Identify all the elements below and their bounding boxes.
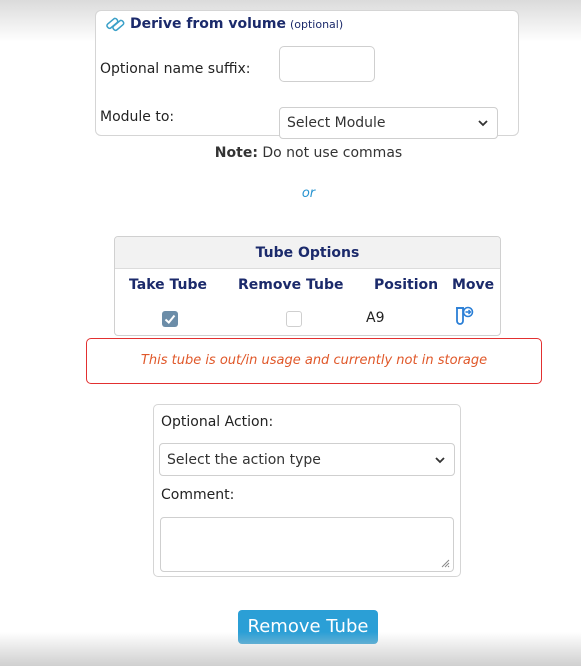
tube-options-title: Tube Options (115, 237, 500, 269)
checkbox-checked (162, 311, 178, 327)
module-select-value: Select Module (287, 115, 386, 131)
remove-tube-checkbox[interactable] (286, 311, 302, 327)
storage-warning: This tube is out/in usage and currently … (86, 338, 542, 384)
header-take-tube: Take Tube (129, 277, 207, 293)
derive-title-text: Derive from volume (130, 16, 286, 32)
move-tube-button[interactable] (454, 305, 474, 331)
derive-optional-tag: (optional) (289, 17, 344, 31)
module-label: Module to: (100, 109, 175, 125)
or-separator: or (301, 186, 316, 201)
note-label: Note: (214, 145, 258, 161)
optional-action-panel: Optional Action: Select the action type … (153, 404, 461, 577)
header-move: Move (452, 277, 495, 293)
note-body: Do not use commas (257, 145, 403, 161)
checkbox-unchecked (286, 311, 302, 327)
tube-position: A9 (366, 310, 385, 326)
derive-tubes-icon (106, 17, 125, 32)
optional-action-label: Optional Action: (161, 414, 274, 430)
suffix-label: Optional name suffix: (100, 61, 251, 77)
name-suffix-input[interactable] (279, 46, 375, 82)
header-remove-tube: Remove Tube (238, 277, 344, 293)
comment-label: Comment: (161, 487, 235, 503)
checkmark-icon (164, 314, 176, 324)
tube-options-table: Tube Options Take Tube Remove Tube Posit… (114, 236, 501, 336)
chevron-down-icon (478, 120, 488, 127)
note-text: Note: Do not use commas (0, 145, 581, 161)
header-position: Position (374, 277, 439, 293)
chevron-down-icon (435, 456, 445, 463)
derive-panel: Derive from volume (optional) Optional n… (95, 10, 519, 139)
action-type-select[interactable]: Select the action type (159, 443, 455, 476)
take-tube-checkbox[interactable] (162, 311, 178, 327)
comment-textarea[interactable] (160, 517, 454, 572)
bottom-fade (0, 632, 581, 666)
action-type-value: Select the action type (167, 451, 321, 468)
module-select[interactable]: Select Module (279, 107, 498, 139)
move-tube-icon (456, 306, 474, 325)
resize-grip-icon[interactable] (440, 558, 450, 568)
derive-title: Derive from volume (optional) (104, 15, 343, 33)
